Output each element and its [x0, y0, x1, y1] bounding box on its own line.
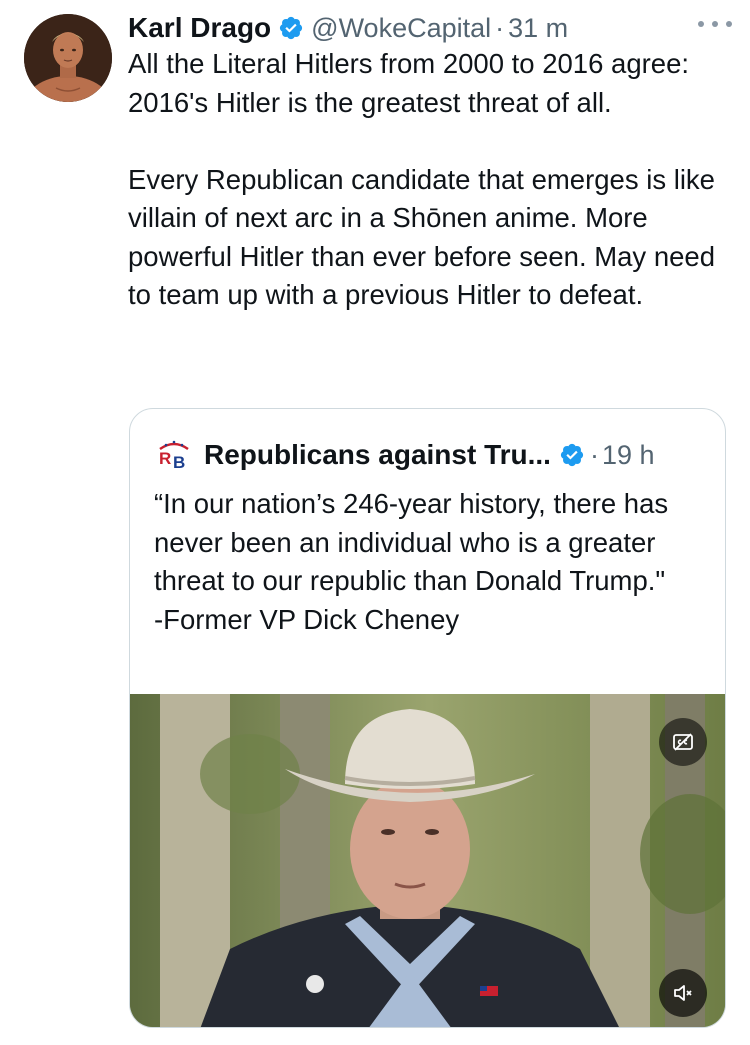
captions-toggle-icon[interactable] — [659, 718, 707, 766]
separator-dot: · — [495, 12, 505, 43]
quoted-tweet-text: “In our nation’s 246-year history, there… — [154, 488, 669, 635]
verified-badge-icon — [278, 15, 304, 41]
video-player[interactable] — [130, 694, 725, 1027]
tweet-text: All the Literal Hitlers from 2000 to 201… — [128, 48, 715, 310]
tweet-timestamp[interactable]: 31 m — [508, 13, 568, 44]
tweet-header: Karl Drago @WokeCapital · 31 m — [128, 8, 732, 48]
author-handle[interactable]: @WokeCapital — [311, 13, 491, 44]
video-thumbnail — [130, 694, 725, 1027]
verified-badge-icon — [559, 442, 585, 468]
tweet[interactable]: Karl Drago @WokeCapital · 31 m All the L… — [0, 0, 750, 1045]
author-name[interactable]: Karl Drago — [128, 12, 271, 44]
quoted-author-avatar[interactable]: R B — [154, 435, 194, 475]
avatar-image — [24, 14, 112, 102]
quoted-author-name[interactable]: Republicans against Tru... — [204, 439, 551, 471]
quoted-tweet-timestamp[interactable]: 19 h — [602, 440, 655, 471]
separator-dot: · — [589, 439, 599, 470]
more-options-icon[interactable] — [698, 14, 732, 34]
mute-icon[interactable] — [659, 969, 707, 1017]
svg-text:R: R — [159, 449, 171, 468]
quoted-tweet[interactable]: R B Republicans against Tru... · 19 h “I… — [129, 408, 726, 1028]
author-avatar[interactable] — [24, 14, 112, 102]
quoted-tweet-header: R B Republicans against Tru... · 19 h — [154, 435, 715, 475]
svg-text:B: B — [173, 453, 185, 472]
